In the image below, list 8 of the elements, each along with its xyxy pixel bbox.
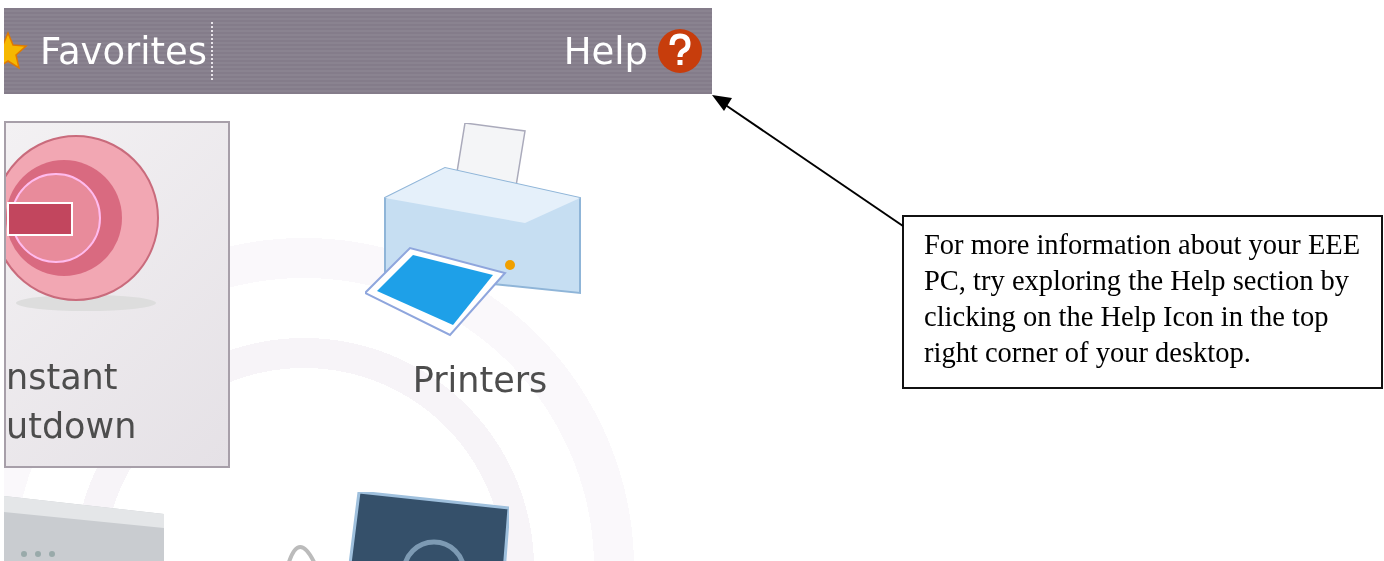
favorites-tab[interactable]: Favorites — [40, 22, 214, 80]
desktop-item[interactable]: Printers — [350, 121, 610, 407]
item-label: Printers — [412, 359, 548, 402]
help-icon[interactable] — [656, 27, 704, 75]
help-link[interactable]: Help — [563, 32, 648, 70]
item-label: nstant utdown — [6, 356, 138, 448]
callout-text: For more information about your EEE PC, try exploring the Help section by clicking on the Help Icon in the top right corner of your desktop. — [902, 215, 1383, 389]
desktop-item[interactable]: nstant utdown — [4, 121, 230, 468]
